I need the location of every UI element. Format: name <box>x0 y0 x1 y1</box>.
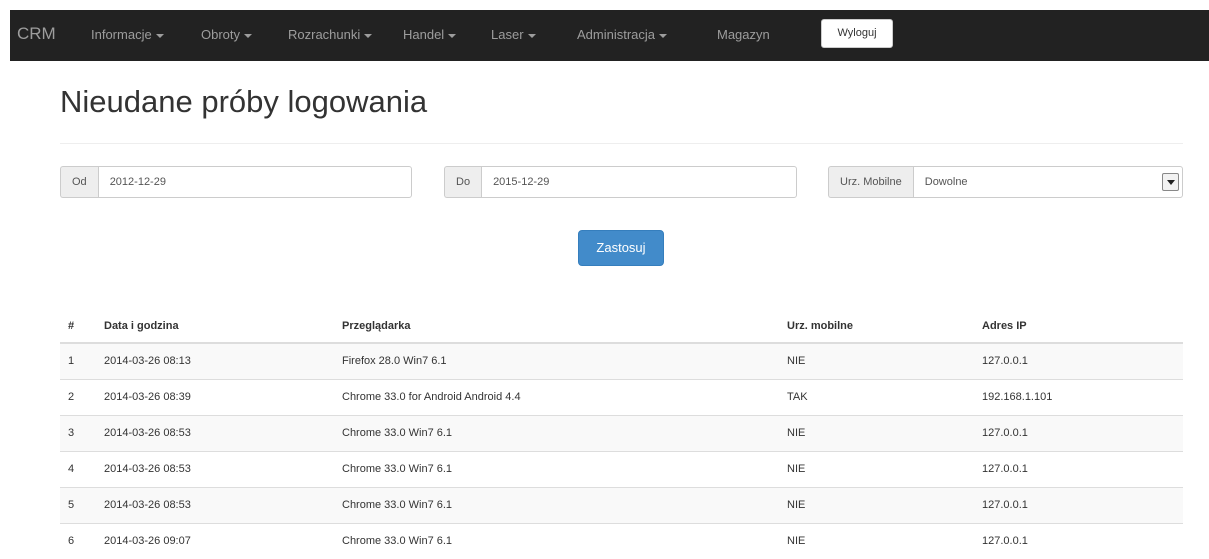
mobile-filter-group: Urz. Mobilne Dowolne <box>828 166 1183 198</box>
cell-number: 3 <box>60 414 96 451</box>
divider <box>60 143 1183 144</box>
cell-browser: Chrome 33.0 Win7 6.1 <box>334 450 779 487</box>
date-to-group: Do 2015-12-29 <box>444 166 797 198</box>
caret-down-icon <box>244 33 253 38</box>
table-row: 4 2014-03-26 08:53 Chrome 33.0 Win7 6.1 … <box>60 450 1183 487</box>
table-row: 3 2014-03-26 08:53 Chrome 33.0 Win7 6.1 … <box>60 414 1183 451</box>
nav-item-administracja[interactable]: Administracja <box>577 27 668 42</box>
cell-datetime: 2014-03-26 08:13 <box>96 342 334 379</box>
header-ip: Adres IP <box>974 309 1183 344</box>
mobile-filter-label: Urz. Mobilne <box>828 166 913 198</box>
cell-ip: 127.0.0.1 <box>974 486 1183 523</box>
table-header-row: # Data i godzina Przeglądarka Urz. mobil… <box>60 309 1183 344</box>
cell-datetime: 2014-03-26 09:07 <box>96 522 334 559</box>
cell-browser: Firefox 28.0 Win7 6.1 <box>334 342 779 379</box>
cell-ip: 127.0.0.1 <box>974 342 1183 379</box>
header-browser: Przeglądarka <box>334 309 779 344</box>
nav-item-label: Laser <box>491 27 524 42</box>
cell-mobile: TAK <box>779 378 974 415</box>
cell-datetime: 2014-03-26 08:53 <box>96 414 334 451</box>
nav-item-label: Handel <box>403 27 445 42</box>
cell-browser: Chrome 33.0 for Android Android 4.4 <box>334 378 779 415</box>
header-mobile: Urz. mobilne <box>779 309 974 344</box>
cell-number: 5 <box>60 486 96 523</box>
cell-mobile: NIE <box>779 414 974 451</box>
mobile-select[interactable]: Dowolne <box>912 166 1183 198</box>
nav-item-label: Informacje <box>91 27 152 42</box>
cell-mobile: NIE <box>779 522 974 559</box>
cell-datetime: 2014-03-26 08:39 <box>96 378 334 415</box>
table-row: 2 2014-03-26 08:39 Chrome 33.0 for Andro… <box>60 378 1183 415</box>
cell-mobile: NIE <box>779 450 974 487</box>
nav-item-informacje[interactable]: Informacje <box>91 27 164 42</box>
table-row: 5 2014-03-26 08:53 Chrome 33.0 Win7 6.1 … <box>60 486 1183 523</box>
brand-logo[interactable]: CRM <box>17 24 56 44</box>
cell-browser: Chrome 33.0 Win7 6.1 <box>334 522 779 559</box>
cell-number: 2 <box>60 378 96 415</box>
cell-number: 1 <box>60 342 96 379</box>
caret-down-icon <box>155 33 164 38</box>
chevron-down-icon[interactable] <box>1162 173 1179 191</box>
date-from-input[interactable]: 2012-12-29 <box>97 166 412 198</box>
cell-ip: 127.0.0.1 <box>974 450 1183 487</box>
cell-datetime: 2014-03-26 08:53 <box>96 486 334 523</box>
cell-mobile: NIE <box>779 486 974 523</box>
nav-item-label: Obroty <box>201 27 241 42</box>
date-from-group: Od 2012-12-29 <box>60 166 412 198</box>
header-number: # <box>60 309 96 344</box>
page-title: Nieudane próby logowania <box>60 84 428 119</box>
nav-item-laser[interactable]: Laser <box>491 27 536 42</box>
cell-mobile: NIE <box>779 342 974 379</box>
table-row: 6 2014-03-26 09:07 Chrome 33.0 Win7 6.1 … <box>60 522 1183 559</box>
cell-browser: Chrome 33.0 Win7 6.1 <box>334 486 779 523</box>
apply-button[interactable]: Zastosuj <box>578 230 664 266</box>
caret-down-icon <box>659 33 668 38</box>
date-to-label: Do <box>444 166 482 198</box>
nav-item-obroty[interactable]: Obroty <box>201 27 253 42</box>
date-from-label: Od <box>60 166 98 198</box>
nav-item-magazyn[interactable]: Magazyn <box>717 27 770 42</box>
top-navbar: CRM Informacje Obroty Rozrachunki Handel… <box>10 10 1209 61</box>
nav-item-label: Magazyn <box>717 27 770 42</box>
nav-item-rozrachunki[interactable]: Rozrachunki <box>288 27 373 42</box>
cell-ip: 127.0.0.1 <box>974 414 1183 451</box>
caret-down-icon <box>448 33 457 38</box>
failed-logins-table: # Data i godzina Przeglądarka Urz. mobil… <box>60 309 1183 559</box>
header-datetime: Data i godzina <box>96 309 334 344</box>
caret-down-icon <box>527 33 536 38</box>
table-row: 1 2014-03-26 08:13 Firefox 28.0 Win7 6.1… <box>60 342 1183 379</box>
cell-number: 4 <box>60 450 96 487</box>
cell-ip: 192.168.1.101 <box>974 378 1183 415</box>
nav-item-handel[interactable]: Handel <box>403 27 457 42</box>
nav-item-label: Rozrachunki <box>288 27 361 42</box>
cell-number: 6 <box>60 522 96 559</box>
date-to-input[interactable]: 2015-12-29 <box>481 166 797 198</box>
logout-button[interactable]: Wyloguj <box>821 19 893 48</box>
cell-datetime: 2014-03-26 08:53 <box>96 450 334 487</box>
mobile-select-value: Dowolne <box>924 176 968 188</box>
cell-browser: Chrome 33.0 Win7 6.1 <box>334 414 779 451</box>
nav-item-label: Administracja <box>577 27 656 42</box>
cell-ip: 127.0.0.1 <box>974 522 1183 559</box>
caret-down-icon <box>364 33 373 38</box>
